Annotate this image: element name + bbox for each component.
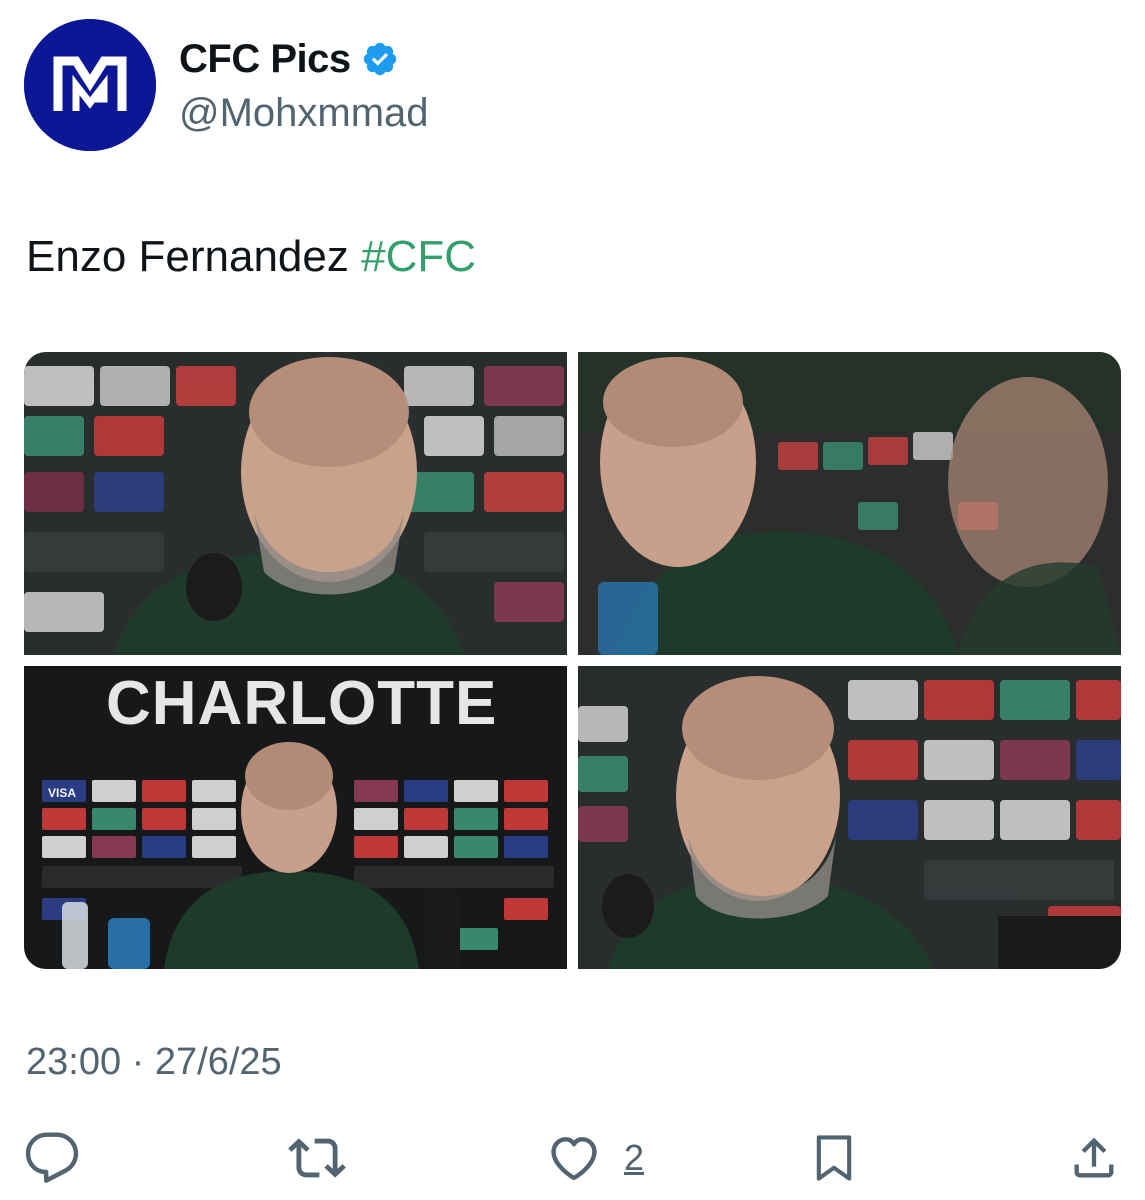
tweet-body: Enzo Fernandez: [26, 232, 362, 281]
press-conference-photo-icon: [578, 666, 1121, 969]
avatar[interactable]: [24, 19, 156, 151]
heart-icon: [551, 1137, 597, 1181]
verified-badge-icon: [361, 40, 399, 78]
user-handle[interactable]: @Mohxmmad: [179, 90, 429, 136]
share-icon: [1074, 1137, 1114, 1178]
reply-icon: [25, 1132, 79, 1183]
tweet-text: Enzo Fernandez #CFC: [26, 231, 476, 283]
hashtag-link[interactable]: #CFC: [361, 232, 476, 281]
reply-button[interactable]: [24, 1128, 80, 1188]
press-conference-photo-icon: [24, 352, 567, 655]
tweet-timestamp[interactable]: 23:00 · 27/6/25: [26, 1040, 282, 1084]
press-conference-photo-icon: CHARLOTTE VISA: [24, 666, 567, 969]
bookmark-button[interactable]: [808, 1128, 860, 1188]
bookmark-icon: [816, 1135, 852, 1181]
share-button[interactable]: [1068, 1128, 1120, 1188]
like-count[interactable]: 2: [624, 1137, 644, 1179]
like-button[interactable]: 2: [546, 1128, 644, 1188]
photo-1[interactable]: [24, 352, 567, 655]
retweet-button[interactable]: [288, 1128, 346, 1188]
press-conference-photo-icon: [578, 352, 1121, 655]
photo-2[interactable]: [578, 352, 1121, 655]
photo-4[interactable]: [578, 666, 1121, 969]
sponsor-board-text: VISA: [48, 786, 76, 800]
retweet-icon: [288, 1138, 346, 1178]
action-bar: 2: [0, 1128, 1145, 1188]
photo-3[interactable]: CHARLOTTE VISA: [24, 666, 567, 969]
display-name-text: CFC Pics: [179, 37, 351, 81]
mg-logo-icon: [24, 19, 156, 151]
display-name[interactable]: CFC Pics: [179, 36, 399, 82]
media-grid: CHARLOTTE VISA: [24, 352, 1121, 969]
banner-text: CHARLOTTE: [106, 669, 497, 738]
